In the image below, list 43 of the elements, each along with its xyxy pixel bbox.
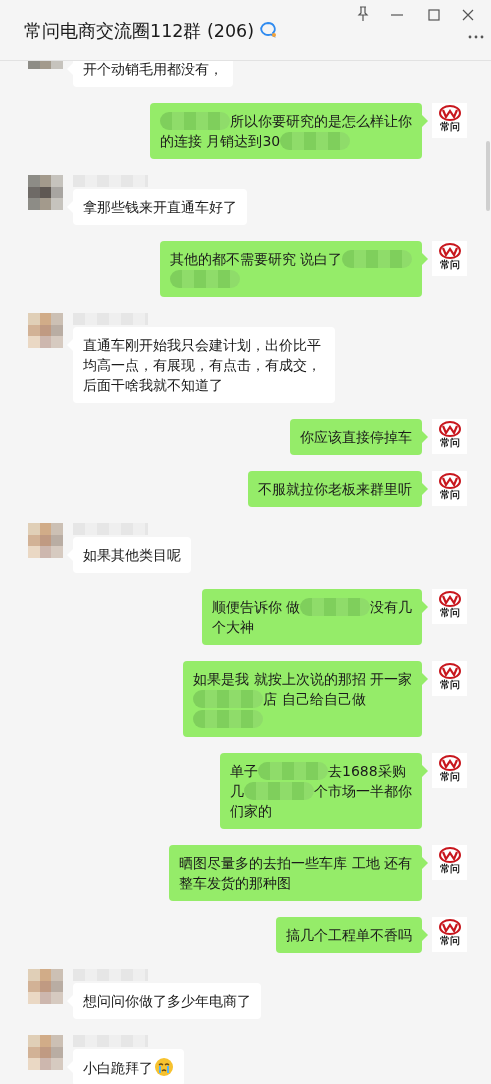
- message-text: 们家的: [230, 803, 272, 819]
- message-text: 开个动销毛用都没有，: [83, 61, 223, 79]
- avatar[interactable]: 常问: [432, 753, 467, 788]
- avatar[interactable]: 常问: [432, 661, 467, 696]
- avatar[interactable]: 常问: [432, 845, 467, 880]
- message-text: 的连接 月销达到30: [160, 133, 281, 149]
- message-text: 其他的都不需要研究 说白了: [169, 251, 342, 267]
- message-text: 整车发货的那种图: [179, 875, 292, 891]
- avatar-label: 常问: [439, 489, 460, 501]
- message-text: 搞几个工程单不香吗: [286, 926, 412, 945]
- message-text: 晒图尽量多的去拍一些车库 工地 还有: [179, 855, 412, 871]
- avatar-label: 常问: [439, 935, 460, 947]
- avatar[interactable]: 常问: [432, 241, 467, 276]
- avatar-label: 常问: [439, 679, 460, 691]
- avatar[interactable]: 常问: [432, 917, 467, 952]
- message-text: 顺便告诉你 做: [211, 599, 300, 615]
- avatar-label: 常问: [439, 259, 460, 271]
- avatar-label: 常问: [439, 437, 460, 449]
- avatar-label: 常问: [439, 863, 460, 875]
- message-text: 拿那些钱来开直通车好了: [83, 198, 237, 217]
- avatar[interactable]: 常问: [432, 419, 467, 454]
- message-text: 直通车刚开始我只会建计划，出价比平均高一点，有展现，有点击，有成交，后面干啥我就不知道了: [83, 336, 322, 395]
- avatar-label: 常问: [439, 607, 460, 619]
- message-text: 想问问你做了多少年电商了: [83, 992, 251, 1011]
- window-title: 常问电商交流圈112群 (206): [24, 20, 255, 43]
- message-text: 如果是我 就按上次说的那招 开一家: [193, 671, 412, 687]
- message-text: 小白跪拜了: [83, 1060, 153, 1076]
- message-text: 如果其他类目呢: [83, 546, 181, 565]
- message-text: 去1688采购: [328, 763, 406, 779]
- avatar-label: 常问: [439, 121, 460, 133]
- message-text: 店 自己给自己做: [263, 691, 366, 707]
- message-text: 不服就拉你老板来群里听: [258, 480, 412, 499]
- avatar[interactable]: 常问: [432, 103, 467, 138]
- avatar[interactable]: 常问: [432, 471, 467, 506]
- message-text: 单子: [230, 763, 258, 779]
- message-text: 你应该直接停掉车: [300, 428, 412, 447]
- avatar-label: 常问: [439, 771, 460, 783]
- message-text: 个市场一半都你: [314, 783, 412, 799]
- message-text: 没有几: [370, 599, 412, 615]
- message-text: 几: [230, 783, 244, 799]
- avatar[interactable]: 常问: [432, 589, 467, 624]
- message-text: 所以你要研究的是怎么样让你: [230, 113, 412, 129]
- message-text: 个大神: [211, 619, 254, 635]
